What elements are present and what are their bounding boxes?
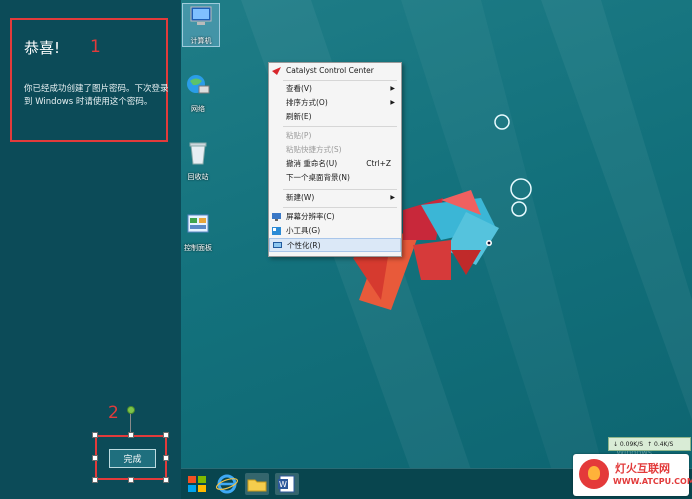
menu-separator: [283, 189, 397, 190]
resize-handle[interactable]: [128, 477, 134, 483]
word-icon[interactable]: W: [275, 473, 299, 495]
submenu-arrow-icon: ▶: [390, 99, 395, 106]
success-message: 你已经成功创建了图片密码。下次登录到 Windows 时请使用这个密码。: [24, 84, 169, 107]
resize-handle[interactable]: [92, 455, 98, 461]
resize-handle[interactable]: [163, 477, 169, 483]
icon-label: 回收站: [187, 173, 209, 181]
desktop-icon-computer[interactable]: 计算机: [182, 3, 220, 47]
resize-handle[interactable]: [92, 432, 98, 438]
windows-logo-icon[interactable]: [185, 473, 209, 495]
logo-name: 灯火互联网: [615, 462, 670, 475]
rotation-handle[interactable]: [127, 406, 135, 414]
menu-item-paste-shortcut: 粘贴快捷方式(S): [286, 145, 342, 154]
icon-label: 控制面板: [184, 244, 212, 252]
desktop[interactable]: 计算机 网络 回收站 控制面板 Windows: [181, 0, 692, 499]
desktop-icon-recycle-bin[interactable]: 回收站: [181, 140, 216, 182]
flame-logo-icon: [579, 459, 609, 489]
network-icon: [187, 75, 210, 94]
menu-item-paste: 粘贴(P): [286, 131, 312, 140]
monitor-icon: [272, 213, 281, 221]
gadgets-icon: [272, 227, 281, 235]
menu-item-gadgets[interactable]: 小工具(G): [269, 224, 401, 238]
menu-item-sort[interactable]: 排序方式(O) ▶: [269, 96, 401, 110]
menu-separator: [283, 126, 397, 127]
icon-label: 计算机: [190, 37, 212, 45]
resize-handle[interactable]: [163, 432, 169, 438]
menu-item-refresh[interactable]: 刷新(E): [269, 110, 401, 124]
submenu-arrow-icon: ▶: [390, 85, 395, 92]
annotation-number-2: 2: [108, 403, 119, 423]
recycle-bin-icon: [189, 142, 207, 165]
file-explorer-icon[interactable]: [245, 473, 269, 495]
resize-handle[interactable]: [92, 477, 98, 483]
menu-item-undo-rename[interactable]: 撤消 重命名(U) Ctrl+Z: [269, 157, 401, 171]
menu-item-next-background[interactable]: 下一个桌面背景(N): [269, 171, 401, 185]
download-speed: ↓ 0.09K/S: [613, 440, 644, 448]
annotation-number-1: 1: [90, 37, 101, 57]
desktop-icon-control-panel[interactable]: 控制面板: [181, 211, 216, 253]
menu-item-resolution[interactable]: 屏幕分辨率(C): [269, 210, 401, 224]
menu-separator: [283, 80, 397, 81]
svg-text:W: W: [279, 480, 287, 489]
menu-item-personalize[interactable]: 个性化(R): [269, 238, 401, 252]
internet-explorer-icon[interactable]: [215, 473, 239, 495]
computer-icon: [190, 6, 212, 25]
menu-item-new[interactable]: 新建(W) ▶: [269, 191, 401, 205]
control-panel-icon: [187, 214, 209, 233]
picture-password-panel: 恭喜! 1 你已经成功创建了图片密码。下次登录到 Windows 时请使用这个密…: [0, 0, 181, 499]
desktop-context-menu: Catalyst Control Center 查看(V) ▶ 排序方式(O) …: [268, 62, 402, 257]
menu-item-view[interactable]: 查看(V) ▶: [269, 82, 401, 96]
icon-label: 网络: [191, 105, 205, 113]
submenu-arrow-icon: ▶: [390, 194, 395, 201]
wallpaper: [241, 0, 692, 499]
done-button[interactable]: 完成: [109, 449, 156, 468]
congrats-title: 恭喜!: [24, 39, 61, 57]
personalize-icon: [273, 242, 282, 248]
upload-speed: ↑ 0.4K/S: [647, 440, 674, 448]
network-speed-widget[interactable]: ↓ 0.09K/S ↑ 0.4K/S: [608, 437, 691, 451]
desktop-icon-network[interactable]: 网络: [181, 72, 216, 114]
resize-handle[interactable]: [163, 455, 169, 461]
catalyst-icon: [272, 67, 281, 75]
logo-url: WWW.ATCPU.COM: [613, 477, 692, 486]
menu-separator: [283, 207, 397, 208]
menu-item-catalyst[interactable]: Catalyst Control Center: [269, 64, 401, 78]
site-logo: 灯火互联网 WWW.ATCPU.COM: [573, 454, 692, 496]
resize-handle[interactable]: [128, 432, 134, 438]
